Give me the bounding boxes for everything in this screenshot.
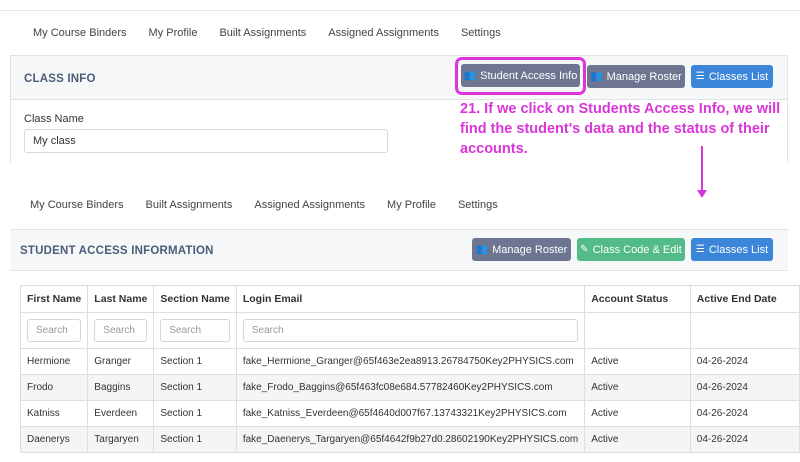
top-divider (0, 10, 800, 11)
manage-roster-button[interactable]: 👥 Manage Roster (587, 65, 685, 88)
class-info-title: CLASS INFO (24, 73, 96, 85)
nav-my-course-binders[interactable]: My Course Binders (33, 27, 127, 39)
users-icon: 👥 (590, 71, 603, 82)
class-code-edit-label: Class Code & Edit (592, 243, 682, 256)
list-icon: ☰ (695, 244, 705, 255)
col-last-name[interactable]: Last Name (87, 285, 155, 313)
annotation-arrow-head (697, 190, 707, 198)
annotation-text: 21. If we click on Students Access Info,… (460, 101, 781, 157)
highlight-box (455, 57, 586, 95)
manage-roster-label: Manage Roster (492, 243, 568, 256)
table-row: Daenerys Targaryen Section 1 fake_Daener… (19, 426, 800, 453)
search-row: Search Search Search Search (19, 312, 800, 349)
nav-built-assignments[interactable]: Built Assignments (146, 199, 233, 211)
classes-list-button[interactable]: ☰ Classes List (691, 238, 773, 261)
search-last-name-input[interactable]: Search (94, 319, 148, 342)
top-nav: My Course Binders My Profile Built Assig… (33, 27, 523, 39)
class-code-edit-button[interactable]: ✎ Class Code & Edit (577, 238, 685, 261)
nav-settings[interactable]: Settings (461, 27, 501, 39)
nav-built-assignments[interactable]: Built Assignments (219, 27, 306, 39)
manage-roster-button[interactable]: 👥 Manage Roster (472, 238, 571, 261)
manage-roster-label: Manage Roster (606, 70, 682, 83)
col-section-name[interactable]: Section Name (153, 285, 237, 313)
edit-icon: ✎ (580, 244, 589, 255)
search-section-input[interactable]: Search (160, 319, 230, 342)
class-name-label: Class Name (24, 113, 84, 125)
classes-list-label: Classes List (708, 243, 769, 256)
bottom-nav: My Course Binders Built Assignments Assi… (30, 199, 520, 211)
users-icon: 👥 (475, 244, 489, 255)
nav-settings[interactable]: Settings (458, 199, 498, 211)
nav-assigned-assignments[interactable]: Assigned Assignments (328, 27, 439, 39)
table-row: Hermione Granger Section 1 fake_Hermione… (19, 348, 800, 375)
annotation-arrow (701, 146, 703, 192)
search-email-input[interactable]: Search (242, 319, 579, 342)
classes-list-label: Classes List (708, 70, 769, 83)
nav-my-profile[interactable]: My Profile (387, 199, 436, 211)
col-first-name[interactable]: First Name (19, 285, 89, 313)
classes-list-button[interactable]: ☰ Classes List (691, 65, 773, 88)
class-name-input[interactable]: My class (24, 129, 388, 153)
col-account-status[interactable]: Account Status (584, 285, 691, 313)
student-table: First Name Last Name Section Name Login … (19, 285, 800, 453)
col-login-email[interactable]: Login Email (235, 285, 586, 313)
nav-my-profile[interactable]: My Profile (149, 27, 198, 39)
table-header-row: First Name Last Name Section Name Login … (19, 285, 800, 313)
student-access-title: STUDENT ACCESS INFORMATION (20, 245, 214, 257)
search-first-name-input[interactable]: Search (27, 319, 82, 342)
nav-assigned-assignments[interactable]: Assigned Assignments (254, 199, 365, 211)
col-active-end-date[interactable]: Active End Date (689, 285, 800, 313)
table-row: Frodo Baggins Section 1 fake_Frodo_Baggi… (19, 374, 800, 401)
table-row: Katniss Everdeen Section 1 fake_Katniss_… (19, 400, 800, 427)
nav-my-course-binders[interactable]: My Course Binders (30, 199, 124, 211)
list-icon: ☰ (695, 71, 705, 82)
